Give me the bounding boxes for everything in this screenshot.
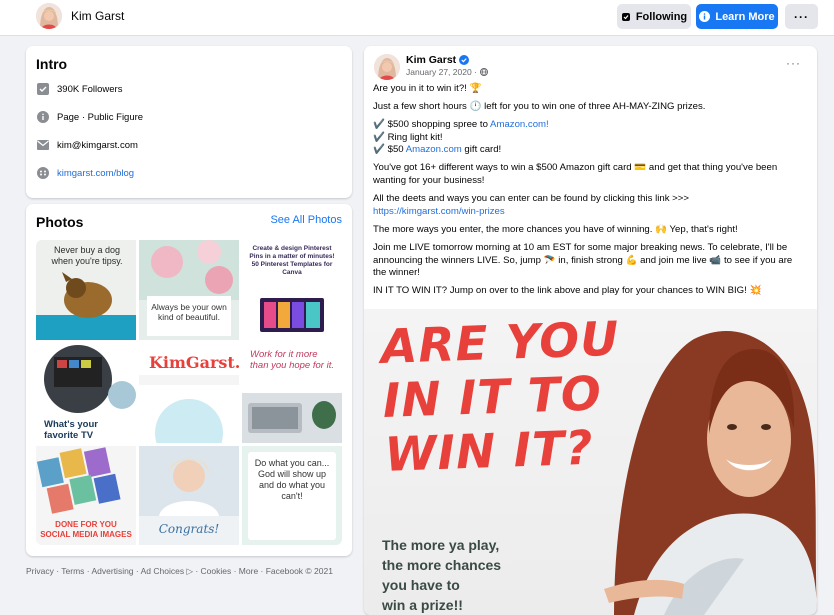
category-text: Page · Public Figure bbox=[57, 111, 144, 123]
globe-icon bbox=[36, 166, 50, 180]
post-author: Kim Garst bbox=[406, 54, 470, 66]
page-avatar[interactable] bbox=[36, 3, 62, 29]
prize-text: Ring light kit! bbox=[387, 131, 443, 143]
subtext-line: the more chances bbox=[382, 557, 502, 573]
post-options-button[interactable]: ··· bbox=[786, 56, 801, 70]
website-link[interactable]: kimgarst.com/blog bbox=[57, 168, 134, 179]
photo-caption: Work for it more than you hope for it. bbox=[250, 349, 334, 371]
more-options-button[interactable]: ··· bbox=[785, 4, 818, 29]
prize-text: $50 bbox=[387, 144, 406, 156]
prize-item: ✔️ $50 Amazon.com gift card! bbox=[373, 144, 805, 157]
prize-item: ✔️ Ring light kit! bbox=[373, 132, 805, 145]
following-icon bbox=[621, 12, 630, 21]
headline-line: WIN IT? bbox=[383, 420, 595, 483]
photo-caption: DONE FOR YOU SOCIAL MEDIA IMAGES bbox=[40, 520, 132, 539]
post-text-segment: All the deets and ways you can enter can… bbox=[373, 193, 689, 205]
win-prizes-link[interactable]: https://kimgarst.com/win-prizes bbox=[373, 206, 505, 217]
checkmark-icon: ✔️ bbox=[373, 119, 385, 131]
intro-followers: 390K Followers bbox=[36, 81, 122, 97]
globe-icon bbox=[479, 68, 488, 76]
post-text-segment: Just a few short hours bbox=[373, 101, 470, 113]
intro-card: Intro 390K Followers Page · Public Figur… bbox=[26, 46, 352, 198]
learn-more-button[interactable]: Learn More bbox=[696, 4, 778, 29]
photo-tile-god[interactable]: Do what you can... God will show up and … bbox=[242, 446, 342, 545]
post-author-avatar[interactable] bbox=[374, 54, 400, 80]
intro-email: kim@kimgarst.com bbox=[36, 137, 138, 153]
info-icon bbox=[699, 11, 711, 22]
post-date-text[interactable]: January 27, 2020 · bbox=[406, 67, 477, 77]
clock-icon: 🕛 bbox=[469, 101, 482, 113]
photo-caption: KimGarst. bbox=[149, 353, 239, 372]
more-icon: ··· bbox=[794, 9, 809, 24]
followers-icon bbox=[36, 82, 50, 96]
photo-tile-dog[interactable]: Never buy a dog when you're tipsy. bbox=[36, 240, 136, 340]
post-author-name[interactable]: Kim Garst bbox=[406, 54, 456, 66]
intro-category: Page · Public Figure bbox=[36, 109, 143, 125]
photo-tile-social[interactable]: DONE FOR YOU SOCIAL MEDIA IMAGES bbox=[36, 446, 136, 545]
checkmark-icon: ✔️ bbox=[373, 131, 385, 143]
intro-website: kimgarst.com/blog bbox=[36, 165, 134, 181]
post-paragraph: You've got 16+ different ways to win a $… bbox=[373, 162, 778, 187]
photo-caption: Do what you can... God will show up and … bbox=[254, 458, 330, 501]
photo-caption: Congrats! bbox=[158, 522, 220, 536]
post-paragraph: Join me LIVE tomorrow morning at 10 am E… bbox=[373, 241, 793, 279]
post-paragraph: The more ways you enter, the more chance… bbox=[373, 223, 738, 235]
post-image[interactable]: ARE YOU IN IT TO WIN IT? The more ya pla… bbox=[364, 309, 817, 615]
followers-count: 390K Followers bbox=[57, 83, 123, 95]
prize-text: gift card! bbox=[461, 144, 502, 156]
following-button[interactable]: Following bbox=[617, 4, 691, 29]
photo-tile-pinterest[interactable]: Create & design Pinterest Pins in a matt… bbox=[242, 240, 342, 340]
post-text-segment: left for you to win one of three AH-MAY-… bbox=[481, 101, 706, 113]
photo-caption: Create & design Pinterest Pins in a matt… bbox=[249, 245, 335, 276]
email-text[interactable]: kim@kimgarst.com bbox=[57, 140, 138, 151]
post-image-headline: ARE YOU IN IT TO WIN IT? bbox=[379, 311, 624, 483]
photo-caption: Never buy a dog when you're tipsy. bbox=[51, 245, 123, 266]
post-card: Kim Garst January 27, 2020 · ··· Are you… bbox=[364, 46, 817, 615]
following-label: Following bbox=[635, 10, 688, 23]
see-all-photos-link[interactable]: See All Photos bbox=[270, 214, 342, 226]
email-icon bbox=[36, 138, 50, 152]
checkmark-icon: ✔️ bbox=[373, 144, 385, 156]
amazon-link[interactable]: Amazon.com bbox=[406, 144, 462, 155]
subtext-line: The more ya play, bbox=[382, 537, 500, 553]
post-timestamp: January 27, 2020 · bbox=[406, 67, 488, 77]
post-paragraph: Just a few short hours 🕛 left for you to… bbox=[373, 101, 805, 114]
subtext-line: win a prize!! bbox=[382, 597, 463, 613]
subtext-line: you have to bbox=[382, 577, 460, 593]
post-paragraph: Are you in it to win it?! 🏆 bbox=[373, 83, 482, 94]
page-header: Kim Garst Following Learn More ··· bbox=[0, 0, 834, 36]
photo-tile-beautiful[interactable]: Always be your own kind of beautiful. bbox=[139, 240, 239, 340]
page-name[interactable]: Kim Garst bbox=[71, 9, 124, 23]
photo-caption: What's your favorite TV bbox=[44, 419, 98, 441]
post-image-subtext: The more ya play, the more chances you h… bbox=[382, 535, 501, 615]
prize-item: ✔️ $500 shopping spree to Amazon.com! bbox=[373, 119, 805, 132]
verified-badge-icon bbox=[459, 55, 470, 65]
post-text: Are you in it to win it?! 🏆 Just a few s… bbox=[373, 83, 805, 303]
photo-caption: Always be your own kind of beautiful. bbox=[151, 302, 227, 322]
post-paragraph: All the deets and ways you can enter can… bbox=[373, 193, 805, 218]
amazon-link[interactable]: Amazon.com! bbox=[490, 119, 549, 130]
headline-line: IN IT TO bbox=[381, 366, 603, 429]
intro-title: Intro bbox=[36, 56, 68, 72]
photo-tile-congrats[interactable]: Congrats! bbox=[139, 446, 239, 545]
page-footer[interactable]: Privacy · Terms · Advertising · Ad Choic… bbox=[26, 566, 333, 577]
photo-tile-tv[interactable]: What's your favorite TV bbox=[36, 343, 136, 443]
photos-title: Photos bbox=[36, 214, 84, 230]
headline-line: ARE YOU bbox=[379, 311, 621, 375]
post-paragraph: IN IT TO WIN IT? Jump on over to the lin… bbox=[373, 285, 762, 297]
prize-text: $500 shopping spree to bbox=[387, 119, 491, 131]
info-circle-icon bbox=[36, 110, 50, 124]
photo-tile-work[interactable]: Work for it more than you hope for it. bbox=[242, 343, 342, 443]
photo-tile-kimgarst[interactable]: KimGarst. bbox=[139, 343, 239, 443]
photo-grid: Never buy a dog when you're tipsy. Alway… bbox=[36, 240, 342, 545]
learn-more-label: Learn More bbox=[715, 10, 775, 23]
photos-card: Photos See All Photos Never buy a dog wh… bbox=[26, 204, 352, 556]
